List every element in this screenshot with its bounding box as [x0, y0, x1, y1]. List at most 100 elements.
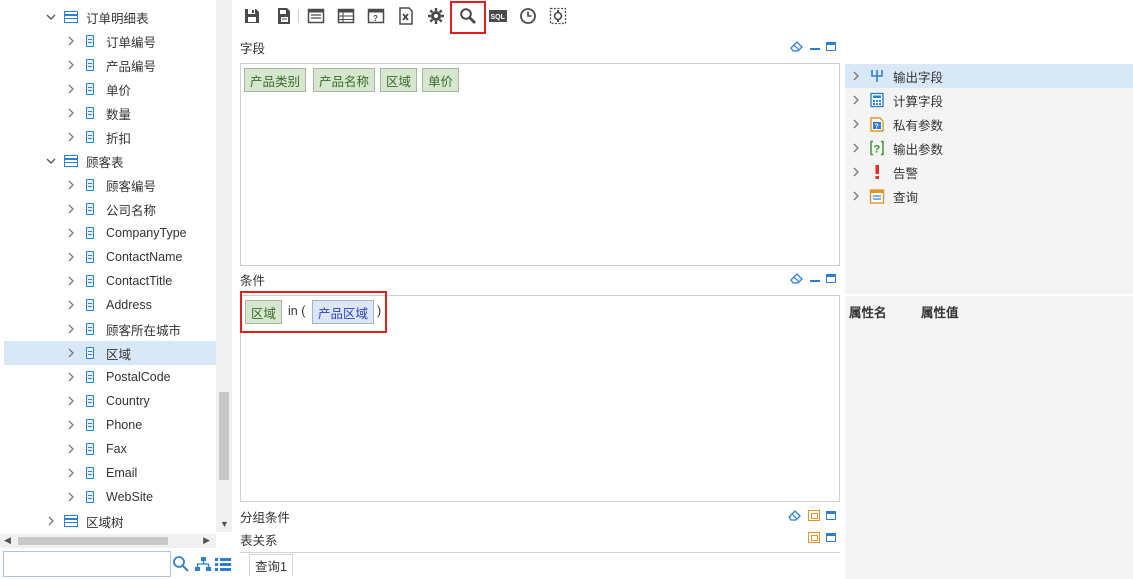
tree-horizontal-scrollbar[interactable]: ◀ ▶	[0, 534, 216, 548]
scroll-right-arrow-icon[interactable]: ▶	[203, 535, 210, 546]
field-chip[interactable]: 单价	[422, 68, 460, 92]
chevron-right-icon[interactable]	[66, 396, 76, 406]
table-layout-icon[interactable]	[336, 6, 356, 26]
settings-gear-icon[interactable]	[426, 6, 446, 26]
hierarchy-icon[interactable]	[194, 555, 212, 573]
scrollbar-thumb[interactable]	[18, 537, 168, 545]
chevron-right-icon[interactable]	[66, 276, 76, 286]
maximize-icon[interactable]	[826, 273, 836, 283]
chevron-right-icon[interactable]	[46, 516, 56, 526]
tree-node-field[interactable]: Address	[0, 293, 216, 317]
tree-search-input[interactable]	[3, 551, 171, 577]
save-icon[interactable]	[242, 6, 262, 26]
field-chip[interactable]: 产品名称	[313, 68, 376, 92]
eraser-icon[interactable]	[788, 509, 802, 521]
chevron-right-icon[interactable]	[851, 191, 861, 201]
save-as-icon[interactable]	[274, 6, 294, 26]
tab-query-1[interactable]: 查询1	[249, 554, 293, 576]
tree-node-field[interactable]: ContactTitle	[0, 269, 216, 293]
maximize-icon[interactable]	[826, 510, 836, 520]
tree-node-field[interactable]: 公司名称	[0, 197, 216, 221]
chevron-right-icon[interactable]	[66, 492, 76, 502]
tree-node-field[interactable]: 数量	[0, 101, 216, 125]
tree-node-field[interactable]: 单价	[0, 77, 216, 101]
chevron-right-icon[interactable]	[851, 95, 861, 105]
tree-vertical-scrollbar[interactable]: ▼	[216, 0, 232, 532]
sql-icon[interactable]: SQL	[488, 6, 508, 26]
chevron-right-icon[interactable]	[66, 420, 76, 430]
chevron-right-icon[interactable]	[66, 60, 76, 70]
tree-node-field-selected[interactable]: 区域	[4, 341, 216, 365]
chevron-down-icon[interactable]	[46, 156, 56, 166]
chevron-right-icon[interactable]	[66, 204, 76, 214]
restore-icon[interactable]	[808, 509, 820, 521]
tree-node-table[interactable]: 区域树	[0, 509, 216, 532]
rtree-item-calc-fields[interactable]: 计算字段	[845, 88, 1133, 112]
rtree-item-output-fields[interactable]: 输出字段	[845, 64, 1133, 88]
eraser-icon[interactable]	[790, 40, 804, 52]
minimize-icon[interactable]	[810, 280, 820, 282]
tree-node-field[interactable]: Fax	[0, 437, 216, 461]
tree-node-field[interactable]: 订单编号	[0, 29, 216, 53]
minimize-icon[interactable]	[810, 48, 820, 50]
group-conditions-header[interactable]: 分组条件	[240, 505, 840, 527]
scroll-down-arrow-icon[interactable]: ▼	[220, 519, 229, 529]
tree-node-label: Fax	[106, 442, 127, 456]
tree-node-label: WebSite	[106, 490, 154, 504]
rtree-item-alarm[interactable]: 告警	[845, 160, 1133, 184]
chevron-right-icon[interactable]	[66, 300, 76, 310]
chevron-right-icon[interactable]	[66, 324, 76, 334]
tree-node-field[interactable]: CompanyType	[0, 221, 216, 245]
eraser-icon[interactable]	[790, 272, 804, 284]
chevron-right-icon[interactable]	[66, 372, 76, 382]
rtree-item-output-params[interactable]: ? 输出参数	[845, 136, 1133, 160]
list-view-icon[interactable]	[214, 555, 232, 573]
parameter-icon[interactable]: ?	[366, 6, 386, 26]
chevron-right-icon[interactable]	[66, 348, 76, 358]
tree-node-field[interactable]: 顾客编号	[0, 173, 216, 197]
tree-node-field[interactable]: ContactName	[0, 245, 216, 269]
maximize-icon[interactable]	[826, 533, 836, 542]
chevron-right-icon[interactable]	[66, 468, 76, 478]
tree-node-field[interactable]: Phone	[0, 413, 216, 437]
maximize-icon[interactable]	[826, 41, 836, 51]
excel-icon[interactable]	[396, 6, 416, 26]
chevron-right-icon[interactable]	[851, 143, 861, 153]
chevron-right-icon[interactable]	[66, 36, 76, 46]
tree-node-label: 折扣	[106, 131, 132, 146]
layout-icon[interactable]	[306, 6, 326, 26]
scroll-left-arrow-icon[interactable]: ◀	[4, 535, 11, 546]
chevron-down-icon[interactable]	[46, 12, 56, 22]
chevron-right-icon[interactable]	[66, 180, 76, 190]
tree-node-field[interactable]: Country	[0, 389, 216, 413]
tree-node-field[interactable]: 顾客所在城市	[0, 317, 216, 341]
tree-node-field[interactable]: 折扣	[0, 125, 216, 149]
tree-node-field[interactable]: PostalCode	[0, 365, 216, 389]
tree-node-table[interactable]: 订单明细表	[0, 5, 216, 29]
chevron-right-icon[interactable]	[66, 252, 76, 262]
chevron-right-icon[interactable]	[66, 84, 76, 94]
alarm-icon	[869, 164, 885, 180]
rtree-item-private-params[interactable]: ? 私有参数	[845, 112, 1133, 136]
clock-icon[interactable]	[518, 6, 538, 26]
chevron-right-icon[interactable]	[66, 228, 76, 238]
chevron-right-icon[interactable]	[851, 167, 861, 177]
rtree-item-query[interactable]: 查询	[845, 184, 1133, 208]
tree-node-field[interactable]: 产品编号	[0, 53, 216, 77]
refresh-config-icon[interactable]	[548, 6, 568, 26]
table-relations-header[interactable]: 表关系	[240, 528, 840, 550]
search-icon[interactable]	[172, 555, 190, 573]
chevron-right-icon[interactable]	[851, 119, 861, 129]
chevron-right-icon[interactable]	[66, 108, 76, 118]
restore-icon[interactable]	[808, 532, 820, 543]
tree-node-field[interactable]: WebSite	[0, 485, 216, 509]
chevron-right-icon[interactable]	[851, 71, 861, 81]
fields-panel[interactable]: 产品类别 产品名称 区域 单价	[240, 63, 840, 266]
chevron-right-icon[interactable]	[66, 444, 76, 454]
tree-node-table[interactable]: 顾客表	[0, 149, 216, 173]
field-chip[interactable]: 产品类别	[244, 68, 307, 92]
scrollbar-thumb[interactable]	[219, 392, 229, 480]
chevron-right-icon[interactable]	[66, 132, 76, 142]
tree-node-field[interactable]: Email	[0, 461, 216, 485]
field-chip[interactable]: 区域	[380, 68, 418, 92]
